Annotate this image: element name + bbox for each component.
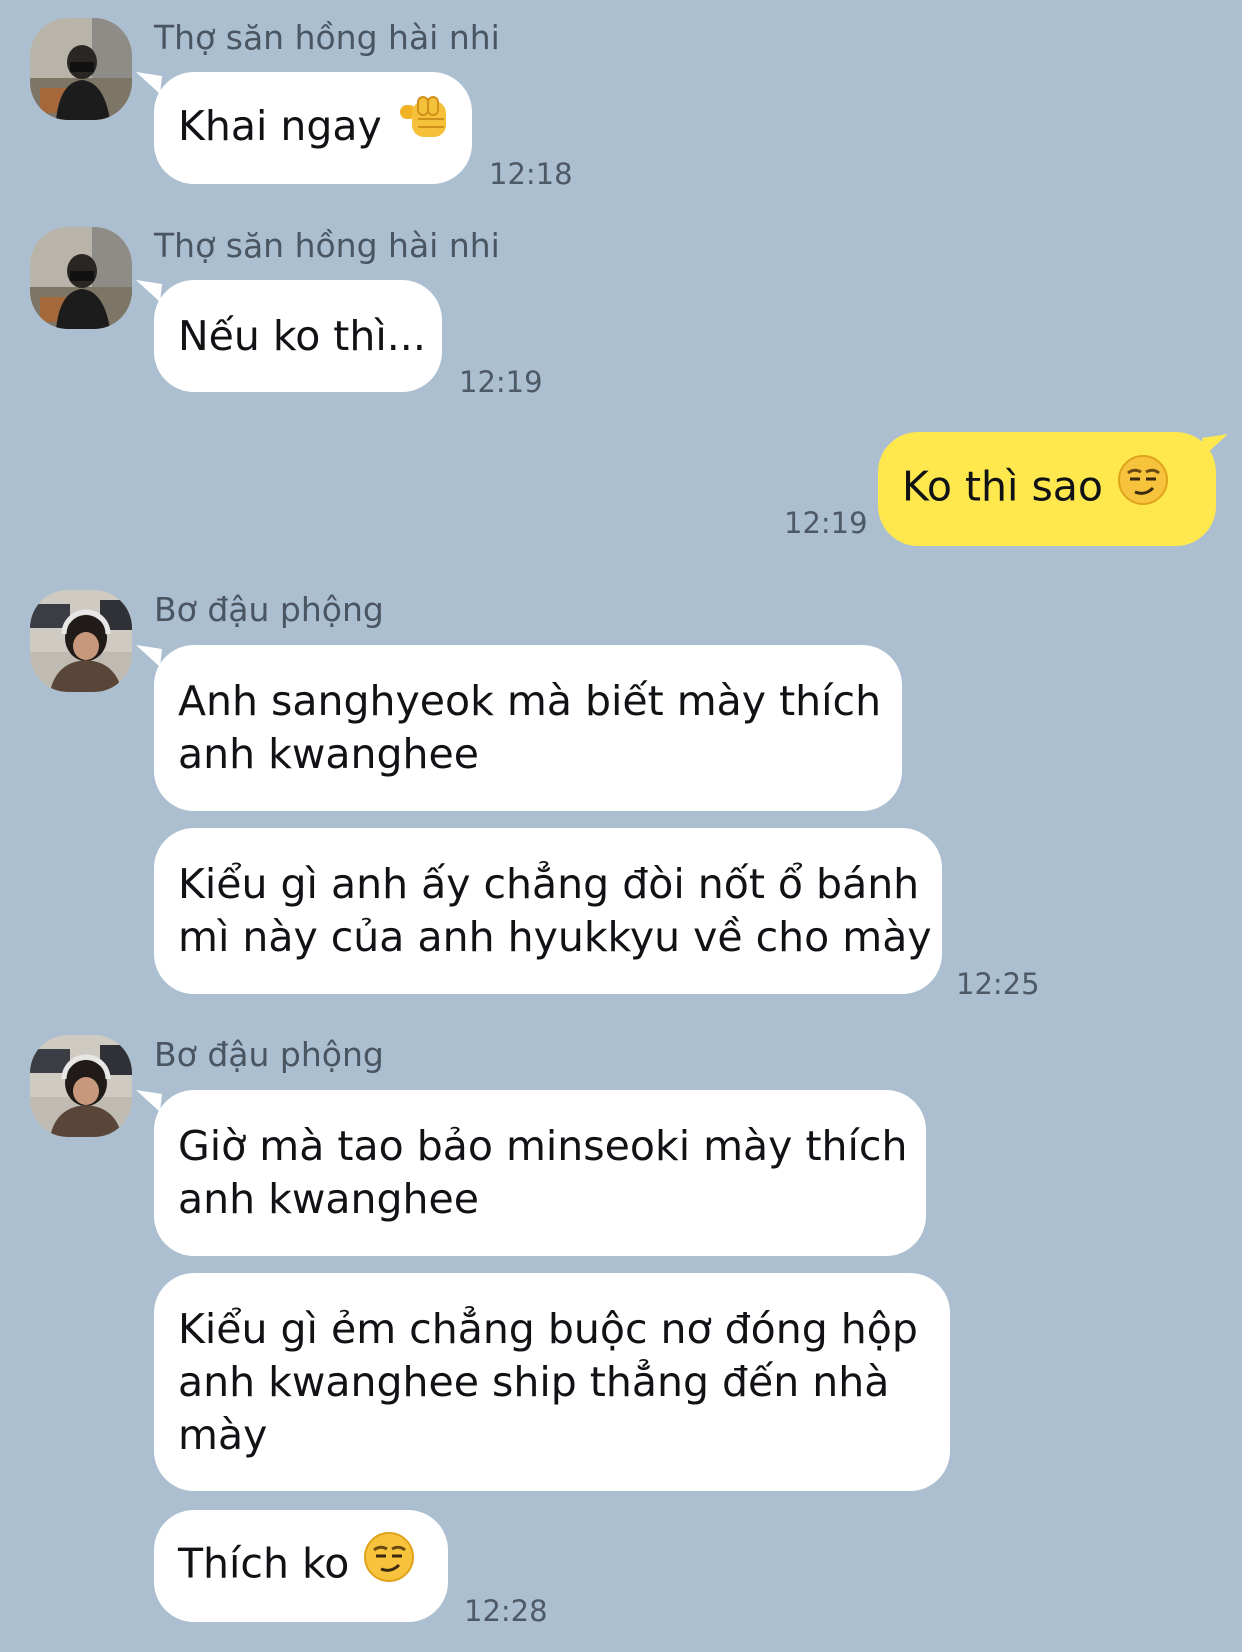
bubble-tail xyxy=(136,72,162,94)
message-bubble[interactable]: Kiểu gì anh ấy chẳng đòi nốt ổ bánh mì n… xyxy=(154,828,942,994)
message-text: Ko thì sao xyxy=(902,454,1192,519)
my-message-bubble[interactable]: Ko thì sao xyxy=(878,432,1216,546)
message-text-line: Anh sanghyeok mà biết mày thích xyxy=(178,677,882,725)
sender-name: Bơ đậu phộng xyxy=(154,1035,384,1074)
sender-name: Thợ săn hồng hài nhi xyxy=(154,18,500,57)
message-text-line: Kiểu gì ẻm chẳng buộc nơ đóng hộp xyxy=(178,1304,918,1353)
message-timestamp: 12:19 xyxy=(784,506,868,540)
message-text: Khai ngay xyxy=(178,96,448,157)
message-text-line: mày xyxy=(178,1410,268,1459)
message-text: Nếu ko thì... xyxy=(178,311,426,360)
message-bubble[interactable]: Thích ko xyxy=(154,1510,448,1622)
message-bubble[interactable]: Nếu ko thì... xyxy=(154,280,442,392)
smirk-face-emoji-icon xyxy=(1117,454,1169,519)
message-text-line: mì này của anh hyukkyu về cho mày xyxy=(178,913,932,961)
pointing-fist-emoji-icon xyxy=(396,95,454,156)
smirk-face-emoji-icon xyxy=(363,1531,415,1596)
message-text-line: Kiểu gì anh ấy chẳng đòi nốt ổ bánh xyxy=(178,860,920,908)
message-text-line: Giờ mà tao bảo minseoki mày thích xyxy=(178,1122,908,1170)
bubble-tail xyxy=(1202,434,1228,456)
message-text-line: anh kwanghee xyxy=(178,1175,479,1223)
sender-avatar[interactable] xyxy=(30,227,132,329)
sender-avatar[interactable] xyxy=(30,1035,132,1137)
bubble-tail xyxy=(136,280,162,302)
message-bubble[interactable]: Anh sanghyeok mà biết mày thích anh kwan… xyxy=(154,645,902,811)
message-text-line: anh kwanghee ship thẳng đến nhà xyxy=(178,1357,890,1406)
bubble-tail xyxy=(136,1090,162,1112)
message-bubble[interactable]: Giờ mà tao bảo minseoki mày thích anh kw… xyxy=(154,1090,926,1256)
bubble-tail xyxy=(136,645,162,667)
sender-avatar[interactable] xyxy=(30,18,132,120)
sender-name: Bơ đậu phộng xyxy=(154,590,384,629)
sender-name: Thợ săn hồng hài nhi xyxy=(154,226,500,265)
sender-avatar[interactable] xyxy=(30,590,132,692)
message-text-line: anh kwanghee xyxy=(178,730,479,778)
message-timestamp: 12:28 xyxy=(464,1594,548,1628)
message-timestamp: 12:19 xyxy=(459,365,543,399)
message-bubble[interactable]: Kiểu gì ẻm chẳng buộc nơ đóng hộp anh kw… xyxy=(154,1273,950,1491)
message-bubble[interactable]: Khai ngay xyxy=(154,72,472,184)
message-text: Thích ko xyxy=(178,1531,424,1596)
message-timestamp: 12:25 xyxy=(956,967,1040,1001)
message-timestamp: 12:18 xyxy=(489,157,573,191)
